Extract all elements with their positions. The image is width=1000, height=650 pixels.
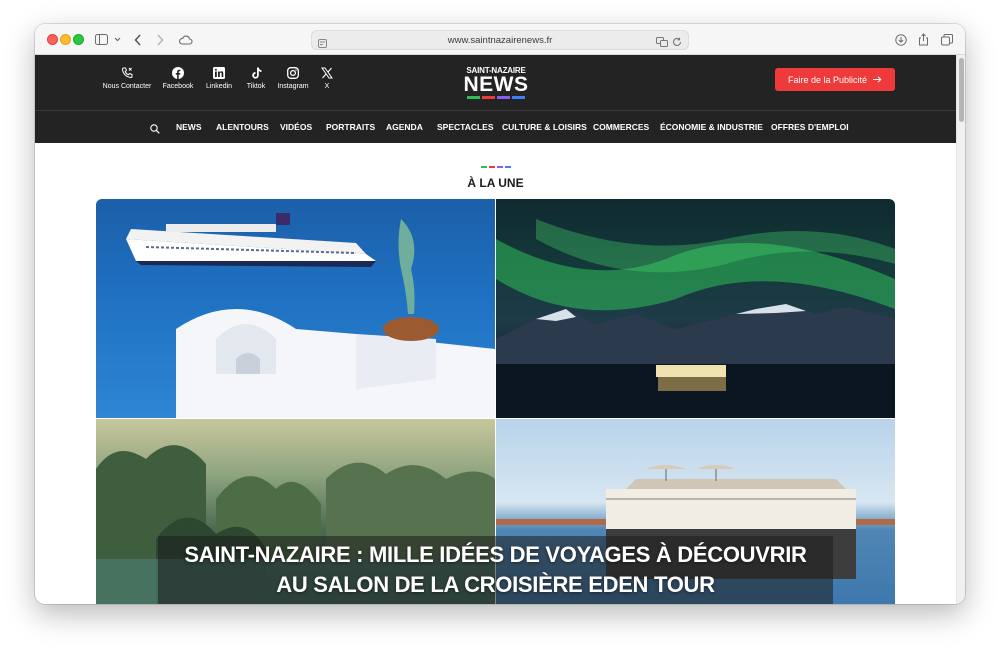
tiktok-icon bbox=[251, 67, 261, 79]
search-icon[interactable] bbox=[150, 121, 160, 139]
featured-headline-link[interactable]: SAINT-NAZAIRE : MILLE IDÉES DE VOYAGES À… bbox=[96, 534, 895, 604]
headline-line-2: AU SALON DE LA CROISIÈRE EDEN TOUR bbox=[276, 572, 715, 597]
x-link[interactable]: X bbox=[319, 67, 335, 90]
download-icon[interactable] bbox=[895, 32, 907, 47]
share-icon[interactable] bbox=[918, 32, 929, 47]
section-title-decoration bbox=[481, 166, 511, 168]
reload-icon[interactable] bbox=[672, 34, 682, 52]
featured-headline: SAINT-NAZAIRE : MILLE IDÉES DE VOYAGES À… bbox=[96, 540, 895, 600]
address-bar[interactable]: www.saintnazairenews.fr bbox=[311, 30, 689, 50]
chevron-down-icon[interactable] bbox=[114, 32, 121, 47]
nav-item-commerces[interactable]: COMMERCES bbox=[593, 122, 649, 132]
advertise-button[interactable]: Faire de la Publicité bbox=[775, 68, 895, 91]
phone-icon bbox=[121, 67, 133, 79]
social-label: Instagram bbox=[277, 83, 309, 90]
minimize-window-button[interactable] bbox=[60, 34, 71, 45]
nav-item-videos[interactable]: VIDÉOS bbox=[280, 122, 312, 132]
linkedin-icon bbox=[213, 67, 225, 79]
nav-item-economie-industrie[interactable]: ÉCONOMIE & INDUSTRIE bbox=[660, 122, 763, 132]
section-title: À LA UNE bbox=[467, 176, 524, 190]
zoom-window-button[interactable] bbox=[73, 34, 84, 45]
arrow-right-icon bbox=[873, 76, 882, 83]
facebook-icon bbox=[172, 67, 184, 79]
social-label: Facebook bbox=[162, 83, 194, 90]
social-label: Linkedin bbox=[205, 83, 233, 90]
cloud-icon[interactable] bbox=[178, 32, 193, 47]
linkedin-link[interactable]: Linkedin bbox=[203, 67, 235, 90]
nav-item-culture-loisirs[interactable]: CULTURE & LOISIRS bbox=[502, 122, 587, 132]
browser-toolbar: www.saintnazairenews.fr bbox=[35, 24, 965, 55]
url-text: www.saintnazairenews.fr bbox=[447, 35, 553, 46]
logo-color-bars bbox=[461, 96, 531, 99]
northern-lights-image bbox=[496, 199, 895, 418]
page-scrollbar[interactable] bbox=[956, 55, 965, 604]
advertise-button-label: Faire de la Publicité bbox=[787, 74, 868, 85]
nav-item-news[interactable]: NEWS bbox=[176, 122, 202, 132]
social-label: X bbox=[324, 83, 330, 90]
close-window-button[interactable] bbox=[47, 34, 58, 45]
scrollbar-thumb[interactable] bbox=[959, 58, 964, 122]
tabs-overview-icon[interactable] bbox=[941, 32, 953, 47]
nav-item-spectacles[interactable]: SPECTACLES bbox=[437, 122, 494, 132]
site-logo[interactable]: SAINT-NAZAIRE NEWS bbox=[461, 66, 531, 99]
x-icon bbox=[321, 67, 333, 79]
nav-item-offres-emploi[interactable]: OFFRES D'EMPLOI bbox=[771, 122, 849, 132]
back-icon[interactable] bbox=[134, 32, 142, 47]
main-nav: NEWS ALENTOURS VIDÉOS PORTRAITS AGENDA S… bbox=[35, 110, 956, 143]
cruise-ship-image bbox=[96, 199, 495, 418]
forward-icon[interactable] bbox=[156, 32, 164, 47]
nav-item-portraits[interactable]: PORTRAITS bbox=[326, 122, 375, 132]
logo-main-text: NEWS bbox=[463, 73, 529, 96]
facebook-link[interactable]: Facebook bbox=[161, 67, 195, 90]
headline-line-1: SAINT-NAZAIRE : MILLE IDÉES DE VOYAGES À… bbox=[184, 542, 807, 567]
sidebar-toggle-icon[interactable] bbox=[95, 32, 108, 47]
social-label: Tiktok bbox=[246, 83, 266, 90]
contact-link[interactable]: Nous Contacter bbox=[101, 67, 153, 90]
instagram-link[interactable]: Instagram bbox=[275, 67, 311, 90]
nav-item-agenda[interactable]: AGENDA bbox=[386, 122, 423, 132]
site-header: Nous Contacter Facebook Linkedin Tiktok … bbox=[35, 55, 956, 110]
social-label: Nous Contacter bbox=[102, 83, 152, 90]
translate-icon[interactable] bbox=[656, 34, 668, 52]
instagram-icon bbox=[287, 67, 299, 79]
nav-item-alentours[interactable]: ALENTOURS bbox=[216, 122, 269, 132]
tiktok-link[interactable]: Tiktok bbox=[242, 67, 270, 90]
browser-window: www.saintnazairenews.fr Nous Contacter F… bbox=[35, 24, 965, 604]
